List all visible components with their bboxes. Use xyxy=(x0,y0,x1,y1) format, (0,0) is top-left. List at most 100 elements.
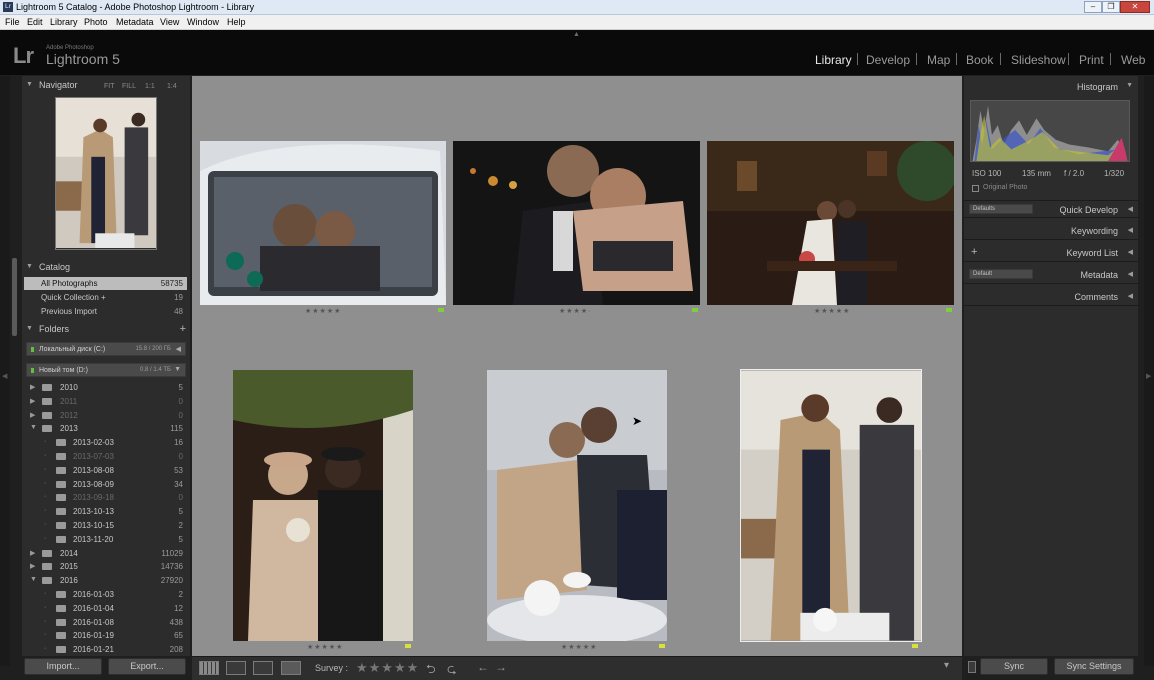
triangle-down-icon[interactable]: ▼ xyxy=(30,576,37,583)
toolbar-menu-icon[interactable]: ▾ xyxy=(944,660,949,671)
menu-view[interactable]: View xyxy=(160,17,179,27)
menu-file[interactable]: File xyxy=(5,17,20,27)
photo-thumbnail-selected[interactable] xyxy=(740,369,922,642)
triangle-down-icon[interactable]: ▼ xyxy=(30,424,37,431)
folder-row[interactable]: · 2013-07-03 0 xyxy=(24,450,187,463)
module-library[interactable]: Library xyxy=(815,53,852,67)
quick-develop-preset-select[interactable]: Defaults xyxy=(969,204,1033,214)
triangle-right-icon[interactable]: ▶ xyxy=(30,411,35,419)
loupe-view-icon[interactable] xyxy=(226,661,246,675)
photo-thumbnail[interactable] xyxy=(453,141,700,305)
zoom-1-4[interactable]: 1:4 xyxy=(167,83,177,90)
histogram-header[interactable]: Histogram ▼ xyxy=(964,78,1138,96)
folder-row[interactable]: · 2013-02-03 16 xyxy=(24,436,187,449)
folder-row[interactable]: ▶ 2014 11029 xyxy=(24,547,187,560)
triangle-right-icon[interactable]: ▶ xyxy=(30,397,35,405)
photo-rating[interactable]: ★★★★★ xyxy=(305,307,341,315)
metadata-preset-select[interactable]: Default xyxy=(969,269,1033,279)
folder-row[interactable]: · 2016-01-21 208 xyxy=(24,643,187,656)
comments-header[interactable]: Comments ◀ xyxy=(964,288,1138,306)
sync-button[interactable]: Sync xyxy=(980,658,1048,675)
folder-row[interactable]: · 2016-01-19 65 xyxy=(24,629,187,642)
survey-view-icon[interactable] xyxy=(281,661,301,675)
folder-row[interactable]: · 2013-08-09 34 xyxy=(24,478,187,491)
catalog-header[interactable]: ▼ Catalog xyxy=(22,261,190,275)
folder-row[interactable]: · 2013-08-08 53 xyxy=(24,464,187,477)
module-slideshow[interactable]: Slideshow xyxy=(1011,53,1066,67)
add-keyword-icon[interactable]: + xyxy=(971,246,977,258)
folders-header[interactable]: ▼ Folders + xyxy=(22,323,190,337)
folder-row[interactable]: ▶ 2011 0 xyxy=(24,395,187,408)
triangle-right-icon[interactable]: ▶ xyxy=(30,562,35,570)
zoom-fill[interactable]: FILL xyxy=(122,83,136,90)
metadata-header[interactable]: Default Metadata ◀ xyxy=(964,266,1138,284)
menu-help[interactable]: Help xyxy=(227,17,246,27)
rotate-left-icon[interactable]: ⮌ xyxy=(426,660,436,680)
maximize-button[interactable]: ❐ xyxy=(1102,1,1120,13)
catalog-all-photographs[interactable]: All Photographs 58735 xyxy=(24,277,187,290)
keyword-list-header[interactable]: + Keyword List ◀ xyxy=(964,244,1138,262)
photo-thumbnail[interactable] xyxy=(707,141,954,305)
top-panel-toggle-icon[interactable]: ▲ xyxy=(573,31,580,38)
left-panel-scrollbar[interactable] xyxy=(12,258,17,336)
catalog-quick-collection[interactable]: Quick Collection + 19 xyxy=(24,291,187,304)
photo-rating[interactable]: ★★★★★ xyxy=(814,307,850,315)
close-button[interactable]: ✕ xyxy=(1120,1,1150,13)
original-photo-checkbox[interactable] xyxy=(972,185,979,192)
menu-library[interactable]: Library xyxy=(50,17,78,27)
menu-edit[interactable]: Edit xyxy=(27,17,43,27)
keywording-header[interactable]: Keywording ◀ xyxy=(964,222,1138,240)
module-print[interactable]: Print xyxy=(1079,53,1104,67)
module-web[interactable]: Web xyxy=(1121,53,1145,67)
navigator-header[interactable]: ▼ Navigator FIT FILL 1:1 1:4 xyxy=(22,79,190,93)
right-panel: Histogram ▼ ISO 100 135 mm f / 2.0 1/320… xyxy=(964,76,1138,675)
triangle-right-icon[interactable]: ▶ xyxy=(30,383,35,391)
navigator-preview[interactable] xyxy=(55,97,157,250)
folder-row[interactable]: · 2016-01-08 438 xyxy=(24,616,187,629)
photo-rating[interactable]: ★★★★★ xyxy=(561,643,597,651)
folder-row[interactable]: ▼ 2013 115 xyxy=(24,422,187,435)
compare-view-icon[interactable] xyxy=(253,661,273,675)
folder-row[interactable]: · 2013-11-20 5 xyxy=(24,533,187,546)
photo-rating[interactable]: ★★★★· xyxy=(559,307,591,315)
import-button[interactable]: Import... xyxy=(24,658,102,675)
rating-stars[interactable]: ★★★★★ xyxy=(356,660,419,676)
previous-photo-icon[interactable]: ← xyxy=(477,660,489,674)
export-button[interactable]: Export... xyxy=(108,658,186,675)
folder-row[interactable]: ▶ 2015 14736 xyxy=(24,560,187,573)
folder-row[interactable]: ▶ 2010 5 xyxy=(24,381,187,394)
menu-window[interactable]: Window xyxy=(187,17,219,27)
module-map[interactable]: Map xyxy=(927,53,950,67)
minimize-button[interactable]: ‒ xyxy=(1084,1,1102,13)
sync-toggle-icon[interactable] xyxy=(968,661,976,673)
folder-row[interactable]: · 2016-01-04 12 xyxy=(24,602,187,615)
folder-row[interactable]: ▼ 2016 27920 xyxy=(24,574,187,587)
module-book[interactable]: Book xyxy=(966,53,993,67)
zoom-1-1[interactable]: 1:1 xyxy=(145,83,155,90)
rotate-right-icon[interactable]: ⮎ xyxy=(447,660,457,680)
sync-settings-button[interactable]: Sync Settings xyxy=(1054,658,1134,675)
photo-rating[interactable]: ★★★★★ xyxy=(307,643,343,651)
add-folder-button[interactable]: + xyxy=(180,323,186,335)
folder-row[interactable]: · 2013-09-18 0 xyxy=(24,491,187,504)
photo-thumbnail[interactable] xyxy=(200,141,446,305)
next-photo-icon[interactable]: → xyxy=(495,660,507,674)
triangle-right-icon[interactable]: ▶ xyxy=(30,549,35,557)
grid-view-icon[interactable] xyxy=(199,661,219,675)
folder-row[interactable]: · 2013-10-15 2 xyxy=(24,519,187,532)
zoom-fit[interactable]: FIT xyxy=(104,83,115,90)
folder-row[interactable]: · 2016-01-03 2 xyxy=(24,588,187,601)
folder-row[interactable]: ▶ 2012 0 xyxy=(24,409,187,422)
folder-row[interactable]: · 2013-10-13 5 xyxy=(24,505,187,518)
module-develop[interactable]: Develop xyxy=(866,53,910,67)
photo-thumbnail[interactable] xyxy=(487,370,667,641)
photo-thumbnail[interactable] xyxy=(233,370,413,641)
menu-metadata[interactable]: Metadata xyxy=(116,17,154,27)
right-panel-toggle-icon[interactable]: ▶ xyxy=(1146,372,1151,380)
menu-photo[interactable]: Photo xyxy=(84,17,108,27)
left-panel-toggle-icon[interactable]: ◀ xyxy=(2,372,7,380)
catalog-previous-import[interactable]: Previous Import 48 xyxy=(24,305,187,318)
quick-develop-header[interactable]: Defaults Quick Develop ◀ xyxy=(964,200,1138,218)
volume-d[interactable]: Новый том (D:) 0.8 / 1.4 ТБ ▼ xyxy=(26,363,186,377)
volume-c[interactable]: Локальный диск (C:) 15.8 / 200 ГБ ◀ xyxy=(26,342,186,356)
